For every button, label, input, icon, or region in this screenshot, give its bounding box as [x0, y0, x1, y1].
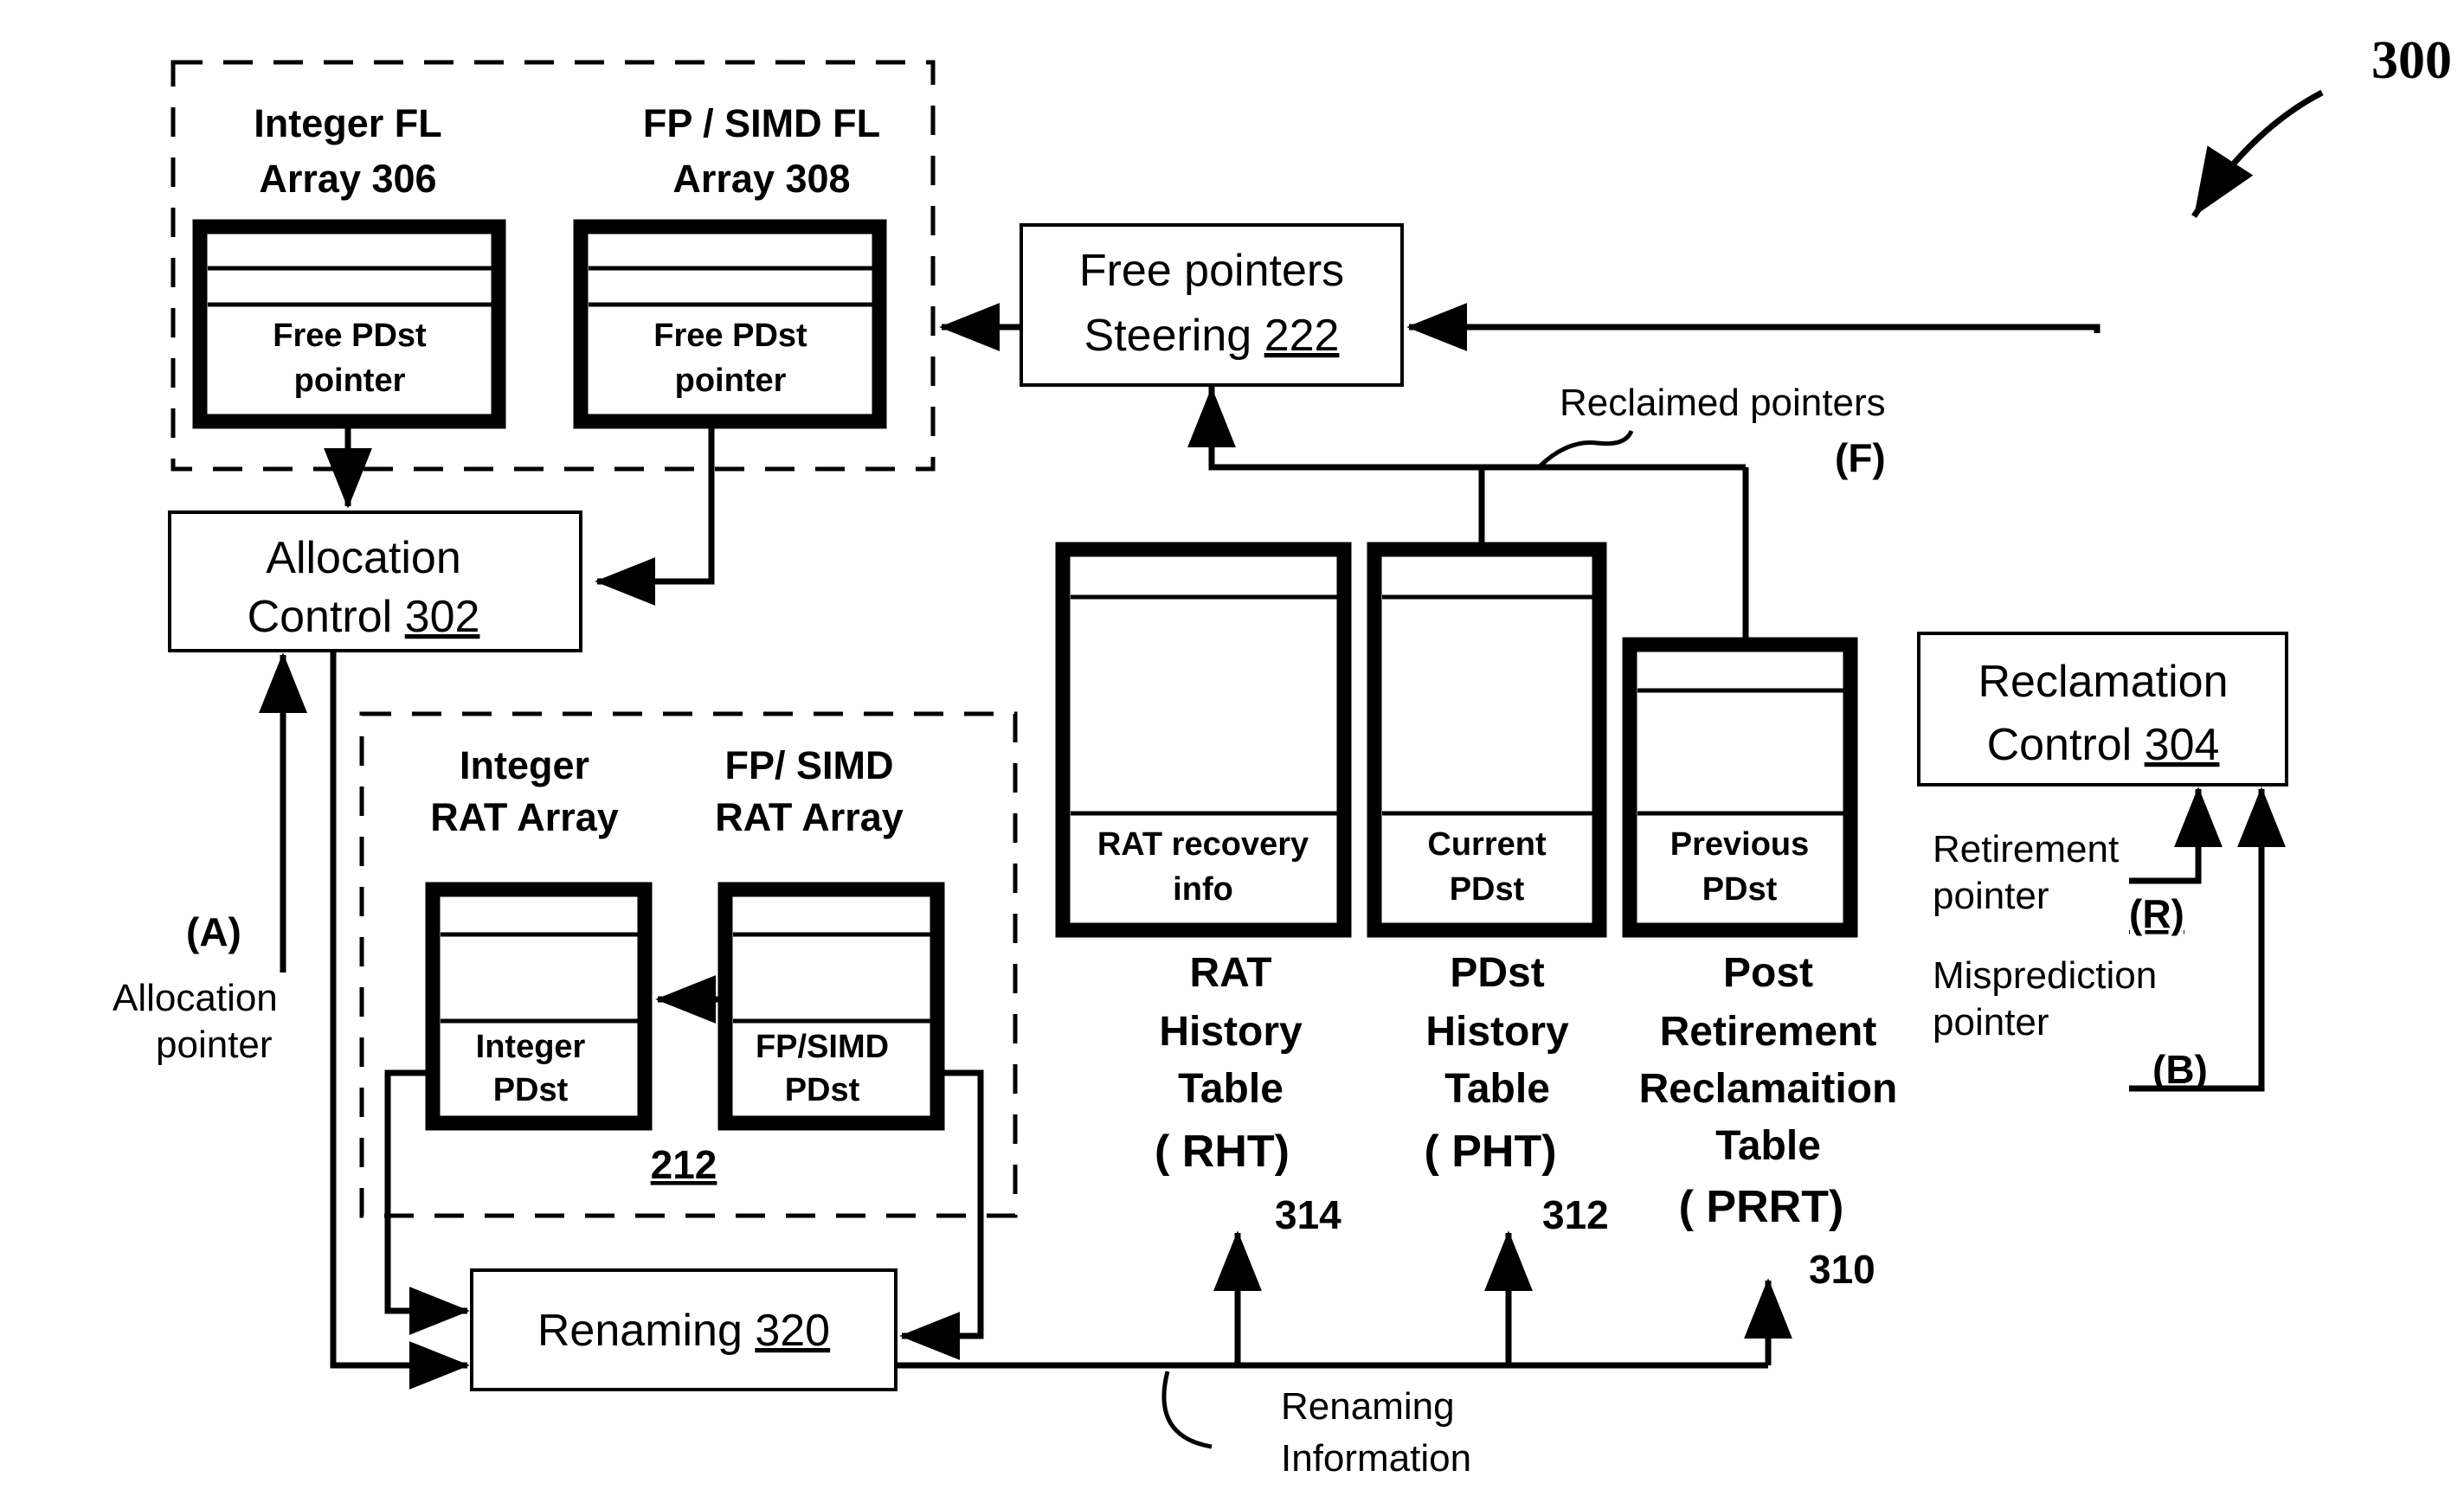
free-pointers-steering-label-line2: Steering 222	[1084, 311, 1340, 361]
renaming-information-label-line2: Information	[1281, 1437, 1471, 1480]
fp-simd-rat-cell-label-line2: PDst	[785, 1072, 860, 1108]
reclamation-control-block[interactable]: Reclamation Control 304	[1917, 632, 2288, 787]
integer-fl-array-title-line1: Integer FL	[254, 101, 442, 145]
rat-history-table: RAT recovery info RAT History Table ( RH…	[1055, 542, 1352, 1237]
wire-fp-simd-fl-to-allocation-control	[595, 421, 715, 606]
reclaimed-pointers-leader	[1539, 429, 1634, 467]
misprediction-pointer-label-line2: pointer	[1933, 1001, 2049, 1043]
post-retirement-reclamation-table: Previous PDst Post Retirement Reclamaiti…	[1622, 637, 1898, 1292]
figure-ref-number: 300	[2371, 31, 2452, 90]
reclamation-control-label-line1: Reclamation	[1978, 657, 2228, 707]
prrt-cell-label-line1: Previous	[1670, 826, 1810, 863]
fp-simd-fl-array-title-line2: Array 308	[672, 157, 850, 201]
integer-fl-cell-label-line2: pointer	[294, 363, 406, 399]
prrt-cell-label-line2: PDst	[1702, 871, 1778, 908]
prrt-caption-line4: Table	[1715, 1123, 1821, 1169]
retirement-pointer-label-line2: pointer	[1933, 875, 2049, 917]
allocation-pointer-label-line1: Allocation	[113, 977, 278, 1019]
integer-rat-array-title-line2: RAT Array	[430, 795, 619, 839]
wire-reclamation-control-to-steering	[1406, 303, 2101, 351]
rht-caption-line1: RAT	[1189, 950, 1271, 996]
reclamation-control-ref: 304	[2145, 720, 2220, 770]
pht-cell-label-line2: PDst	[1450, 871, 1525, 908]
rht-caption-line3: Table	[1178, 1066, 1283, 1112]
misprediction-pointer-label-line1: Misprediction	[1933, 954, 2157, 997]
pht-cell-label-line1: Current	[1427, 826, 1547, 863]
allocation-pointer-tag: (A)	[186, 909, 241, 954]
figure-ref-leader-arrow	[2191, 89, 2324, 218]
pht-caption-line4: ( PHT)	[1424, 1127, 1556, 1177]
fp-simd-rat-cell-label-line1: FP/SIMD	[756, 1029, 889, 1065]
allocation-control-block[interactable]: Allocation Control 302	[168, 510, 582, 652]
reclaimed-pointers-tag: (F)	[1835, 435, 1886, 480]
allocation-control-label-text: Control	[248, 592, 405, 642]
renaming-information-label-line1: Renaming	[1281, 1385, 1455, 1428]
fp-simd-rat-array: FP/ SIMD RAT Array FP/SIMD PDst	[715, 743, 945, 1131]
rht-ref: 314	[1275, 1192, 1341, 1237]
pht-ref: 312	[1542, 1192, 1609, 1237]
rht-cell-label-line2: info	[1173, 871, 1233, 908]
retirement-pointer-label-line1: Retirement	[1933, 828, 2119, 870]
fp-simd-rat-array-title-line2: RAT Array	[715, 795, 904, 839]
retirement-pointer-tag: (R)	[2129, 891, 2184, 936]
reclamation-control-label-text: Control	[1987, 720, 2145, 770]
prrt-caption-line3: Reclamaition	[1639, 1066, 1898, 1112]
fp-simd-fl-array: FP / SIMD FL Array 308 Free PDst pointer	[573, 101, 887, 429]
allocation-control-ref: 302	[405, 592, 480, 642]
integer-rat-array-title-line1: Integer	[460, 743, 589, 787]
renaming-label-text: Renaming	[537, 1306, 755, 1356]
figure-canvas: Integer FL Array 306 Free PDst pointer F…	[0, 0, 2464, 1496]
free-pointers-steering-ref: 222	[1264, 311, 1340, 361]
integer-fl-cell-label-line1: Free PDst	[273, 318, 427, 354]
rht-cell-label-line1: RAT recovery	[1097, 826, 1309, 863]
integer-rat-array: Integer RAT Array Integer PDst	[425, 743, 653, 1131]
fp-simd-fl-cell-label-line1: Free PDst	[653, 318, 807, 354]
renaming-label: Renaming 320	[537, 1306, 830, 1356]
misprediction-pointer-tag: (B)	[2152, 1047, 2208, 1092]
reclaimed-pointers-label: Reclaimed pointers	[1560, 382, 1886, 424]
reclamation-control-label-line2: Control 304	[1987, 720, 2220, 770]
fp-simd-fl-cell-label-line2: pointer	[675, 363, 787, 399]
prrt-ref: 310	[1809, 1247, 1875, 1292]
integer-fl-array-title-line2: Array 306	[259, 157, 436, 201]
free-pointers-steering-block[interactable]: Free pointers Steering 222	[1020, 223, 1404, 387]
renaming-block[interactable]: Renaming 320	[470, 1268, 897, 1391]
integer-rat-cell-label-line2: PDst	[493, 1072, 569, 1108]
rht-caption-line4: ( RHT)	[1155, 1127, 1290, 1177]
integer-fl-array: Integer FL Array 306 Free PDst pointer	[192, 101, 506, 429]
pht-caption-line3: Table	[1444, 1066, 1550, 1112]
allocation-control-label-line1: Allocation	[266, 533, 460, 583]
integer-rat-cell-label-line1: Integer	[476, 1029, 586, 1065]
prrt-caption-line5: ( PRRT)	[1679, 1182, 1844, 1232]
pdst-history-table: Current PDst PDst History Table ( PHT) 3…	[1367, 542, 1609, 1237]
allocation-control-label-line2: Control 302	[248, 592, 480, 642]
free-pointers-steering-label-line1: Free pointers	[1079, 246, 1344, 296]
fp-simd-fl-array-title-line1: FP / SIMD FL	[643, 101, 880, 145]
prrt-caption-line1: Post	[1723, 950, 1813, 996]
pht-caption-line2: History	[1425, 1009, 1569, 1055]
renaming-ref: 320	[755, 1306, 830, 1356]
rht-caption-line2: History	[1159, 1009, 1303, 1055]
free-pointers-steering-label-text: Steering	[1084, 311, 1264, 361]
prrt-caption-line2: Retirement	[1660, 1009, 1877, 1055]
diagram-svg: Integer FL Array 306 Free PDst pointer F…	[113, 31, 2452, 1480]
rat-group-ref: 212	[651, 1142, 717, 1187]
renaming-information-leader	[1161, 1371, 1213, 1449]
pht-caption-line1: PDst	[1450, 950, 1544, 996]
allocation-pointer-label-line2: pointer	[156, 1024, 273, 1066]
wire-retirement-pointer	[2129, 787, 2223, 884]
fp-simd-rat-array-title-line1: FP/ SIMD	[724, 743, 893, 787]
